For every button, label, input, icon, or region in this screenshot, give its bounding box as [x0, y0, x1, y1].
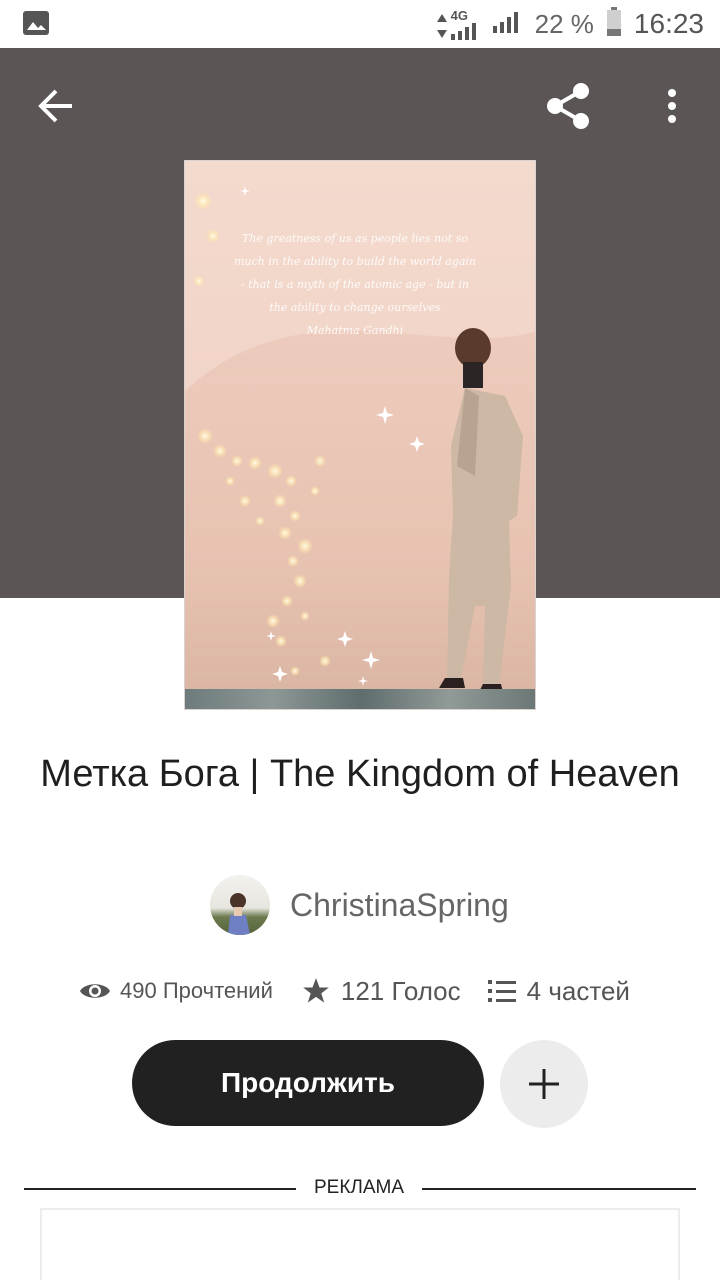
share-button[interactable] [540, 78, 596, 134]
add-to-library-button[interactable] [500, 1040, 588, 1128]
back-button[interactable] [30, 80, 82, 132]
reads-count: 490 Прочтений [120, 978, 273, 1003]
cover-person-figure [439, 328, 523, 692]
story-stats: 490 Прочтений 121 Голос 4 частей [78, 968, 630, 1014]
list-icon [485, 974, 519, 1008]
gallery-notification-icon [22, 10, 50, 36]
ad-divider-right [422, 1188, 696, 1190]
cover-quote-line: The greatness of us as people lies not s… [241, 232, 469, 245]
votes-stat: 121 Голос [299, 974, 461, 1008]
clock: 16:23 [633, 8, 704, 39]
author-row[interactable]: ChristinaSpring [210, 874, 509, 936]
battery-icon [606, 6, 622, 42]
avatar-image [228, 893, 250, 935]
story-cover-image[interactable]: The greatness of us as people lies not s… [184, 160, 536, 710]
status-bar: 4G 22 % 16:23 [0, 0, 720, 48]
parts-count: 4 частей [526, 975, 630, 1006]
network-4g-icon: 4G [435, 9, 481, 40]
arrow-left-icon [38, 89, 72, 123]
parts-stat: 4 частей [485, 974, 630, 1008]
votes-count: 121 Голос [340, 975, 461, 1006]
share-icon [547, 83, 589, 129]
battery-level: 22 % [534, 8, 594, 39]
author-name[interactable]: ChristinaSpring [290, 887, 509, 924]
plus-icon [529, 1069, 559, 1099]
cover-quote-line: much in the ability to build the world a… [233, 255, 477, 268]
more-options-button[interactable] [652, 78, 692, 134]
cover-quote-line: - that is a myth of the atomic age - but… [241, 278, 469, 291]
star-icon [299, 974, 333, 1008]
cover-bottom-strip [185, 689, 535, 709]
cover-quote: The greatness of us as people lies not s… [215, 227, 495, 342]
story-title: Метка Бога | The Kingdom of Heaven [40, 753, 680, 795]
signal-icon [492, 11, 523, 38]
cover-quote-line: the ability to change ourselves [269, 301, 441, 314]
ad-container[interactable] [40, 1208, 680, 1280]
network-type: 4G [450, 7, 468, 23]
continue-reading-button[interactable]: Продолжить [132, 1040, 484, 1126]
more-vertical-icon [668, 89, 676, 123]
ad-divider-left [24, 1188, 296, 1190]
avatar[interactable] [210, 875, 270, 935]
ad-label: РЕКЛАМА [313, 1177, 405, 1198]
reads-stat: 490 Прочтений [78, 974, 273, 1008]
eye-icon [78, 974, 112, 1008]
